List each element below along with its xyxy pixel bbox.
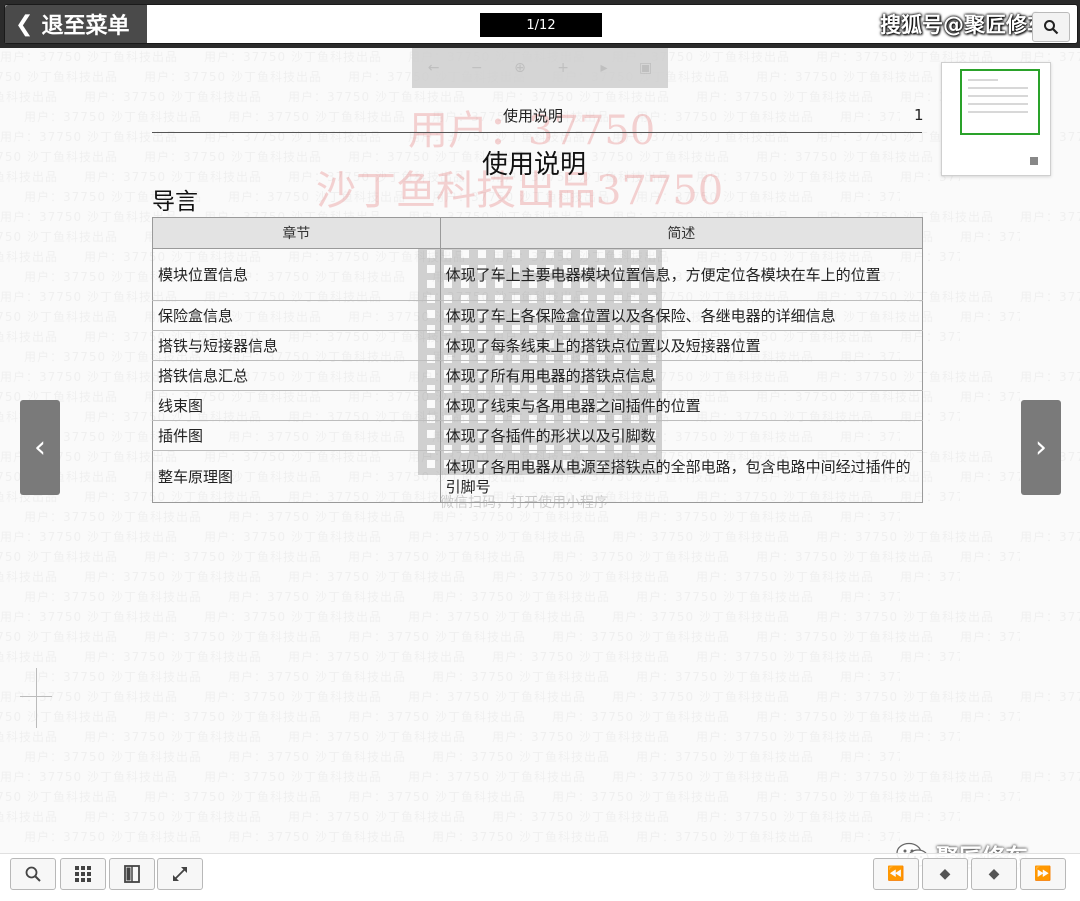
bottom-toolbar: ⏪ ◆ ◆ ⏩ [0,853,1080,901]
grid-icon [75,866,91,882]
table-cell-summary: 体现了所有用电器的搭铁点信息 [439,360,924,391]
chevron-left-icon: ‹ [34,430,46,465]
next-page-button[interactable]: › [1021,400,1061,495]
background-watermark-row: 用户：37750 沙丁鱼科技出品 用户：37750 沙丁鱼科技出品 用户：377… [0,608,1080,628]
table-cell-chapter: 模块位置信息 [152,248,441,301]
table-cell-summary: 体现了车上主要电器模块位置信息，方便定位各模块在车上的位置 [439,248,924,301]
background-watermark-row: 用户：37750 沙丁鱼科技出品 用户：37750 沙丁鱼科技出品 用户：377… [0,828,900,848]
background-watermark-row: 用户：37750 沙丁鱼科技出品 用户：37750 沙丁鱼科技出品 用户：377… [0,688,1080,708]
page-toolbar: ← − ⊕ + ▸ ▣ [412,48,668,88]
running-header-page-number: 1 [914,106,924,124]
table-header-chapter: 章节 [152,217,441,249]
table-cell-chapter: 插件图 [152,420,441,451]
table-row: 整车原理图 体现了各用电器从电源至搭铁点的全部电路，包含电路中间经过插件的引脚号 [152,450,924,503]
zoom-button[interactable] [10,858,56,890]
background-watermark-row: 用户：37750 沙丁鱼科技出品 用户：37750 沙丁鱼科技出品 用户：377… [0,588,900,608]
prev-icon: ◆ [939,866,951,882]
table-cell-chapter: 搭铁与短接器信息 [152,330,441,361]
previous-page-button[interactable]: ‹ [20,400,60,495]
document-page: 用户：37750 沙丁鱼科技出品37750 使用说明 1 使用说明 导言 微信扫… [0,90,1080,520]
back-to-menu-label: 退至菜单 [41,14,130,39]
crosshair-icon-vertical [36,668,37,728]
section-title: 导言 [152,189,198,215]
table-row: 插件图 体现了各插件的形状以及引脚数 [152,420,924,451]
background-watermark-row: 用户：37750 沙丁鱼科技出品 用户：37750 沙丁鱼科技出品 用户：377… [0,748,900,768]
table-cell-chapter: 保险盒信息 [152,300,441,331]
table-cell-summary: 体现了线束与各用电器之间插件的位置 [439,390,924,421]
background-watermark-row: 用户：37750 沙丁鱼科技出品 用户：37750 沙丁鱼科技出品 用户：377… [0,668,900,688]
header-rule [152,132,922,133]
table-cell-chapter: 线束图 [152,390,441,421]
table-cell-summary: 体现了各插件的形状以及引脚数 [439,420,924,451]
background-watermark-row: 用户：37750 沙丁鱼科技出品 用户：37750 沙丁鱼科技出品 用户：377… [0,548,1020,568]
book-icon [124,865,140,883]
chevron-right-icon: › [1035,430,1047,465]
brand-watermark-top: 搜狐号@聚匠修车 [880,13,1048,37]
table-row: 搭铁信息汇总 体现了所有用电器的搭铁点信息 [152,360,924,391]
background-watermark-row: 用户：37750 沙丁鱼科技出品 用户：37750 沙丁鱼科技出品 用户：377… [0,568,960,588]
table-row: 线束图 体现了线束与各用电器之间插件的位置 [152,390,924,421]
table-header-row: 章节 简述 [152,217,924,249]
bookmark-button[interactable] [109,858,155,890]
first-page-icon[interactable]: ← [428,60,440,76]
table-cell-summary: 体现了车上各保险盒位置以及各保险、各继电器的详细信息 [439,300,924,331]
background-watermark-row: 用户：37750 沙丁鱼科技出品 用户：37750 沙丁鱼科技出品 用户：377… [0,728,960,748]
expand-icon [173,867,187,881]
table-cell-chapter: 搭铁信息汇总 [152,360,441,391]
background-watermark-row: 用户：37750 沙丁鱼科技出品 用户：37750 沙丁鱼科技出品 用户：377… [0,708,1020,728]
first-page-icon: ⏪ [887,866,905,882]
search-button[interactable] [1032,12,1070,42]
running-header-title: 使用说明 [503,107,564,125]
background-watermark-row: 用户：37750 沙丁鱼科技出品 用户：37750 沙丁鱼科技出品 用户：377… [0,648,960,668]
zoom-icon[interactable]: ⊕ [514,60,526,76]
chevron-left-icon: ❮ [15,11,34,37]
zoom-out-icon[interactable]: − [471,60,483,76]
next-page-toolbar-button[interactable]: ◆ [971,858,1017,890]
next-icon[interactable]: + [557,60,569,76]
contents-table: 章节 简述 模块位置信息 体现了车上主要电器模块位置信息，方便定位各模块在车上的… [152,217,924,503]
background-watermark-row: 用户：37750 沙丁鱼科技出品 用户：37750 沙丁鱼科技出品 用户：377… [0,628,1020,648]
last-page-button[interactable]: ⏩ [1020,858,1066,890]
page-indicator: 1/12 [480,13,602,37]
table-row: 模块位置信息 体现了车上主要电器模块位置信息，方便定位各模块在车上的位置 [152,248,924,301]
table-cell-summary: 体现了每条线束上的搭铁点位置以及短接器位置 [439,330,924,361]
table-row: 保险盒信息 体现了车上各保险盒位置以及各保险、各继电器的详细信息 [152,300,924,331]
background-watermark-row: 用户：37750 沙丁鱼科技出品 用户：37750 沙丁鱼科技出品 用户：377… [0,808,960,828]
background-watermark-row: 用户：37750 沙丁鱼科技出品 用户：37750 沙丁鱼科技出品 用户：377… [0,788,1020,808]
first-page-button[interactable]: ⏪ [873,858,919,890]
table-cell-summary: 体现了各用电器从电源至搭铁点的全部电路，包含电路中间经过插件的引脚号 [439,450,924,503]
next-icon: ◆ [988,866,1000,882]
search-icon [1044,20,1059,35]
last-page-icon[interactable]: ▣ [639,60,652,76]
next-page-icon[interactable]: ▸ [600,60,607,76]
viewer-app: 用户：37750 沙丁鱼科技出品 用户：37750 沙丁鱼科技出品 用户：377… [0,0,1080,901]
document-title: 使用说明 [482,150,587,180]
last-page-icon: ⏩ [1034,866,1052,882]
back-to-menu-button[interactable]: ❮ 退至菜单 [5,5,147,43]
background-watermark-row: 用户：37750 沙丁鱼科技出品 用户：37750 沙丁鱼科技出品 用户：377… [0,528,1080,548]
table-cell-chapter: 整车原理图 [152,450,441,503]
prev-page-button[interactable]: ◆ [922,858,968,890]
zoom-icon [25,866,41,882]
background-watermark-row: 用户：37750 沙丁鱼科技出品 用户：37750 沙丁鱼科技出品 用户：377… [0,768,1080,788]
top-bar: ❮ 退至菜单 1/12 搜狐号@聚匠修车 [0,0,1080,48]
grid-view-button[interactable] [60,858,106,890]
fullscreen-button[interactable] [157,858,203,890]
table-row: 搭铁与短接器信息 体现了每条线束上的搭铁点位置以及短接器位置 [152,330,924,361]
table-header-summary: 简述 [439,217,924,249]
